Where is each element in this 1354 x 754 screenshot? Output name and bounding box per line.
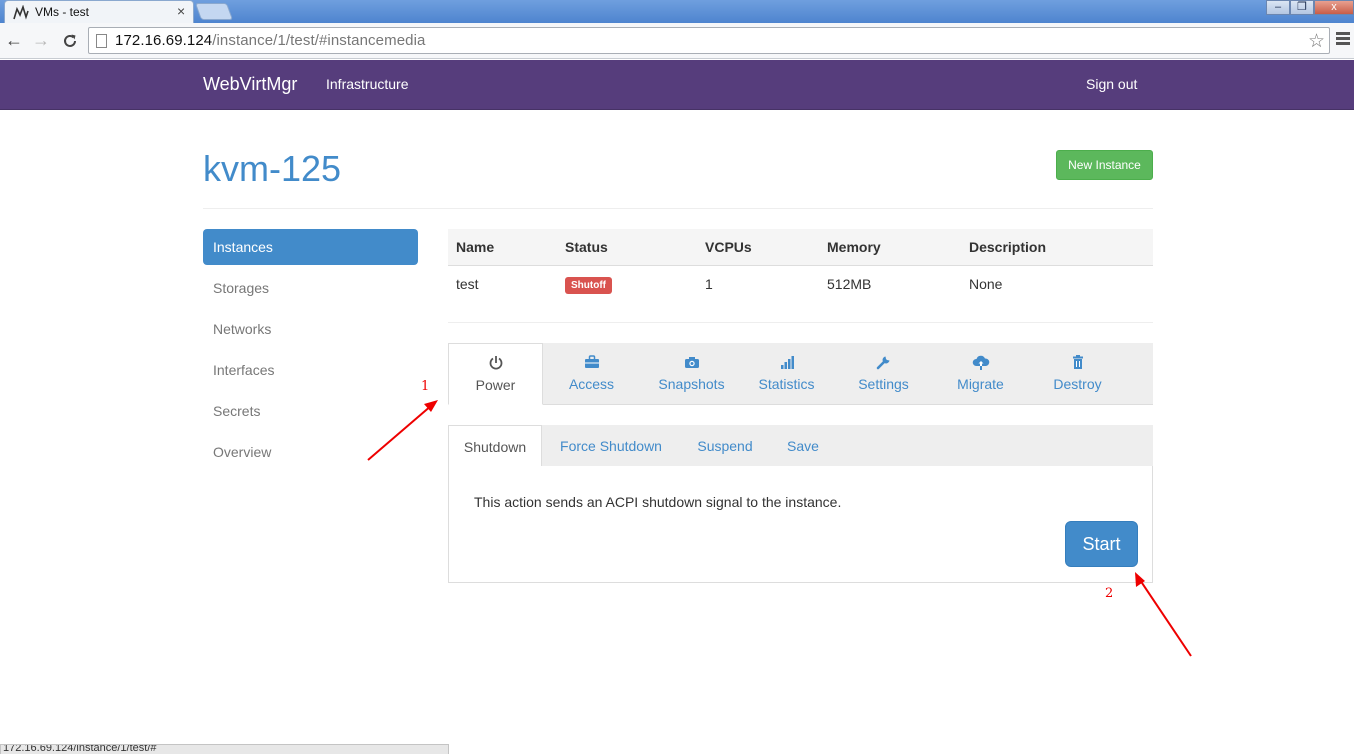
browser-status-bar: 172.16.69.124/instance/1/test/#: [0, 744, 449, 754]
annotation-number-1: 1: [421, 379, 430, 394]
annotation-arrows: [367, 400, 1192, 657]
annotation-number-2: 2: [1105, 586, 1114, 601]
annotation-arrow-1: [367, 400, 438, 461]
annotation-arrow-2: [1135, 572, 1192, 657]
status-url: 172.16.69.124/instance/1/test/#: [3, 744, 157, 754]
